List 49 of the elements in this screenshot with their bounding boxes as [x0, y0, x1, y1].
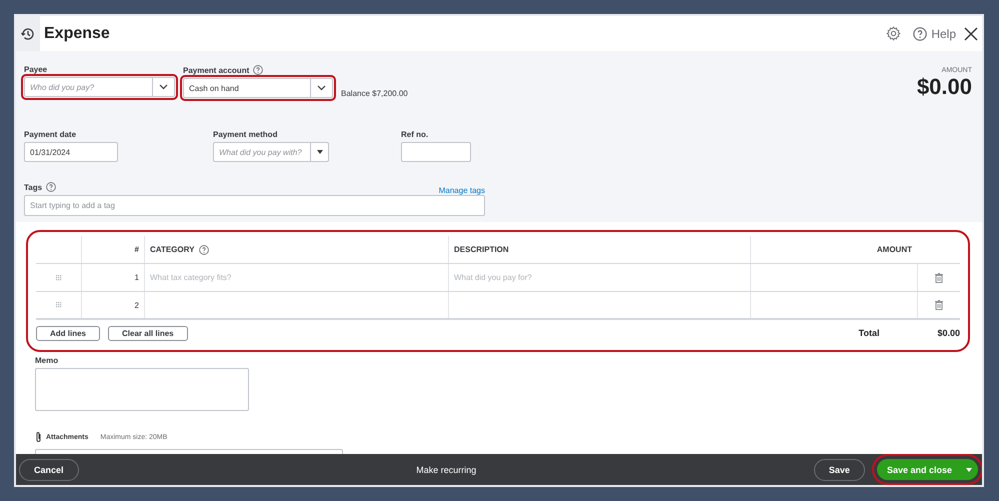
cancel-button[interactable]: Cancel — [19, 458, 79, 480]
window-title: Expense — [44, 24, 111, 42]
help-link[interactable]: Help — [931, 26, 956, 40]
line-number: 2 — [134, 300, 139, 310]
amount-total: $0.00 — [916, 74, 972, 100]
total-value: $0.00 — [937, 328, 960, 338]
total-label: Total — [858, 328, 880, 338]
help-icon[interactable] — [253, 65, 264, 75]
manage-tags-link[interactable]: Manage tags — [438, 186, 485, 195]
memo-label: Memo — [35, 356, 60, 365]
trash-icon[interactable] — [935, 300, 943, 310]
paperclip-icon — [35, 431, 42, 443]
column-header: # — [134, 245, 139, 254]
save-button[interactable]: Save — [814, 458, 865, 480]
caret-icon — [966, 468, 972, 472]
column-header: DESCRIPTION — [454, 245, 509, 254]
drag-handle-icon[interactable] — [56, 274, 62, 280]
table-action-button[interactable]: Clear all lines — [108, 326, 188, 340]
close-icon[interactable] — [964, 26, 978, 40]
payment-method-dropdown[interactable]: What did you pay with? — [213, 142, 329, 162]
payment-method-label: Payment method — [213, 130, 278, 139]
line-number: 1 — [134, 273, 139, 282]
chevron-down-icon — [159, 84, 168, 90]
memo-field[interactable] — [35, 368, 249, 411]
help-icon[interactable] — [46, 182, 56, 192]
column-header: AMOUNT — [876, 245, 912, 254]
ref-no-field[interactable] — [401, 142, 471, 162]
payment-account-dropdown[interactable]: Cash on hand — [183, 78, 333, 98]
ref-no-label: Ref no. — [401, 130, 430, 139]
make-recurring-link[interactable]: Make recurring — [78, 464, 814, 474]
payee-dropdown[interactable]: Who did you pay? — [24, 77, 175, 97]
settings-icon[interactable] — [886, 26, 902, 41]
payment-date-field[interactable]: 01/31/2024 — [24, 142, 118, 162]
help-icon[interactable] — [913, 26, 928, 40]
help-icon[interactable] — [199, 244, 210, 254]
history-icon[interactable] — [20, 26, 36, 42]
balance-text: Balance $7,200.00 — [341, 89, 408, 98]
tags-label: Tags — [24, 182, 42, 192]
payment-date-label: Payment date — [24, 130, 78, 139]
trash-icon[interactable] — [935, 272, 943, 282]
caret-icon — [316, 150, 322, 154]
chevron-down-icon — [317, 85, 326, 91]
payee-label: Payee — [24, 65, 48, 74]
payment-account-label: Payment account — [183, 66, 250, 74]
tags-field[interactable]: Start typing to add a tag — [24, 195, 485, 216]
column-header: CATEGORY — [150, 245, 194, 254]
table-action-button[interactable]: Add lines — [36, 326, 100, 340]
drag-handle-icon[interactable] — [56, 302, 62, 308]
save-and-close-button[interactable]: Save and close — [876, 459, 978, 480]
